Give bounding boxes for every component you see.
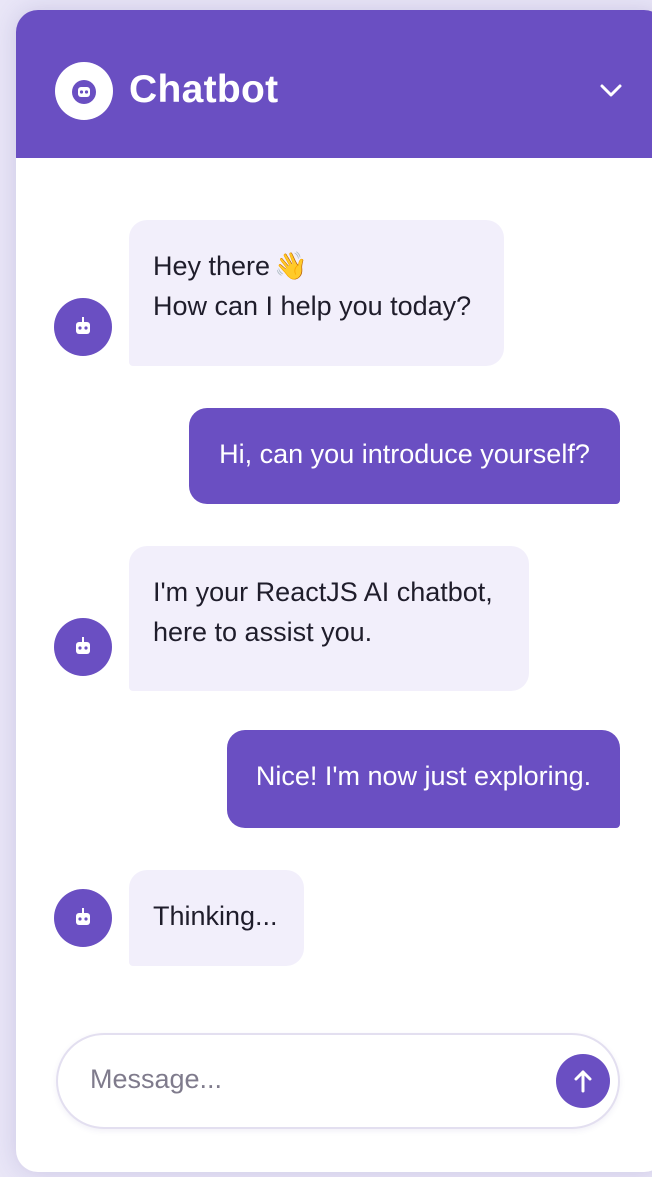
bot-avatar-icon xyxy=(54,618,112,676)
chatbot-logo-icon xyxy=(55,62,113,120)
chat-footer: Message... xyxy=(16,1018,652,1172)
message-text: Hey there xyxy=(153,251,271,281)
bot-avatar-icon xyxy=(54,889,112,947)
message-input[interactable]: Message... xyxy=(56,1033,620,1129)
user-message: Nice! I'm now just exploring. xyxy=(227,730,620,828)
send-button[interactable] xyxy=(556,1054,610,1108)
bot-message-line: here to assist you. xyxy=(153,617,373,647)
waving-hand-emoji: 👋 xyxy=(274,251,308,281)
chat-body: Hey there 👋 How can I help you today? Hi,… xyxy=(16,158,652,1018)
chatbot-popup: Chatbot Hey there 👋 How can I help you to… xyxy=(16,10,652,1172)
bot-avatar-icon xyxy=(54,298,112,356)
bot-message: I'm your ReactJS AI chatbot, here to ass… xyxy=(129,546,529,691)
bot-message: Hey there 👋 How can I help you today? xyxy=(129,220,504,366)
user-message: Hi, can you introduce yourself? xyxy=(189,408,620,504)
bot-message-line: How can I help you today? xyxy=(153,291,472,321)
collapse-button[interactable] xyxy=(586,66,636,116)
arrow-up-icon xyxy=(574,1070,592,1093)
chevron-down-icon xyxy=(600,84,622,97)
chat-header: Chatbot xyxy=(16,10,652,158)
message-placeholder: Message... xyxy=(90,1064,223,1094)
bot-thinking-message: Thinking... xyxy=(129,870,304,966)
chat-title: Chatbot xyxy=(129,68,279,111)
bot-message-line: Hey there 👋 xyxy=(153,246,480,286)
bot-message-line: I'm your ReactJS AI chatbot, xyxy=(153,577,493,607)
